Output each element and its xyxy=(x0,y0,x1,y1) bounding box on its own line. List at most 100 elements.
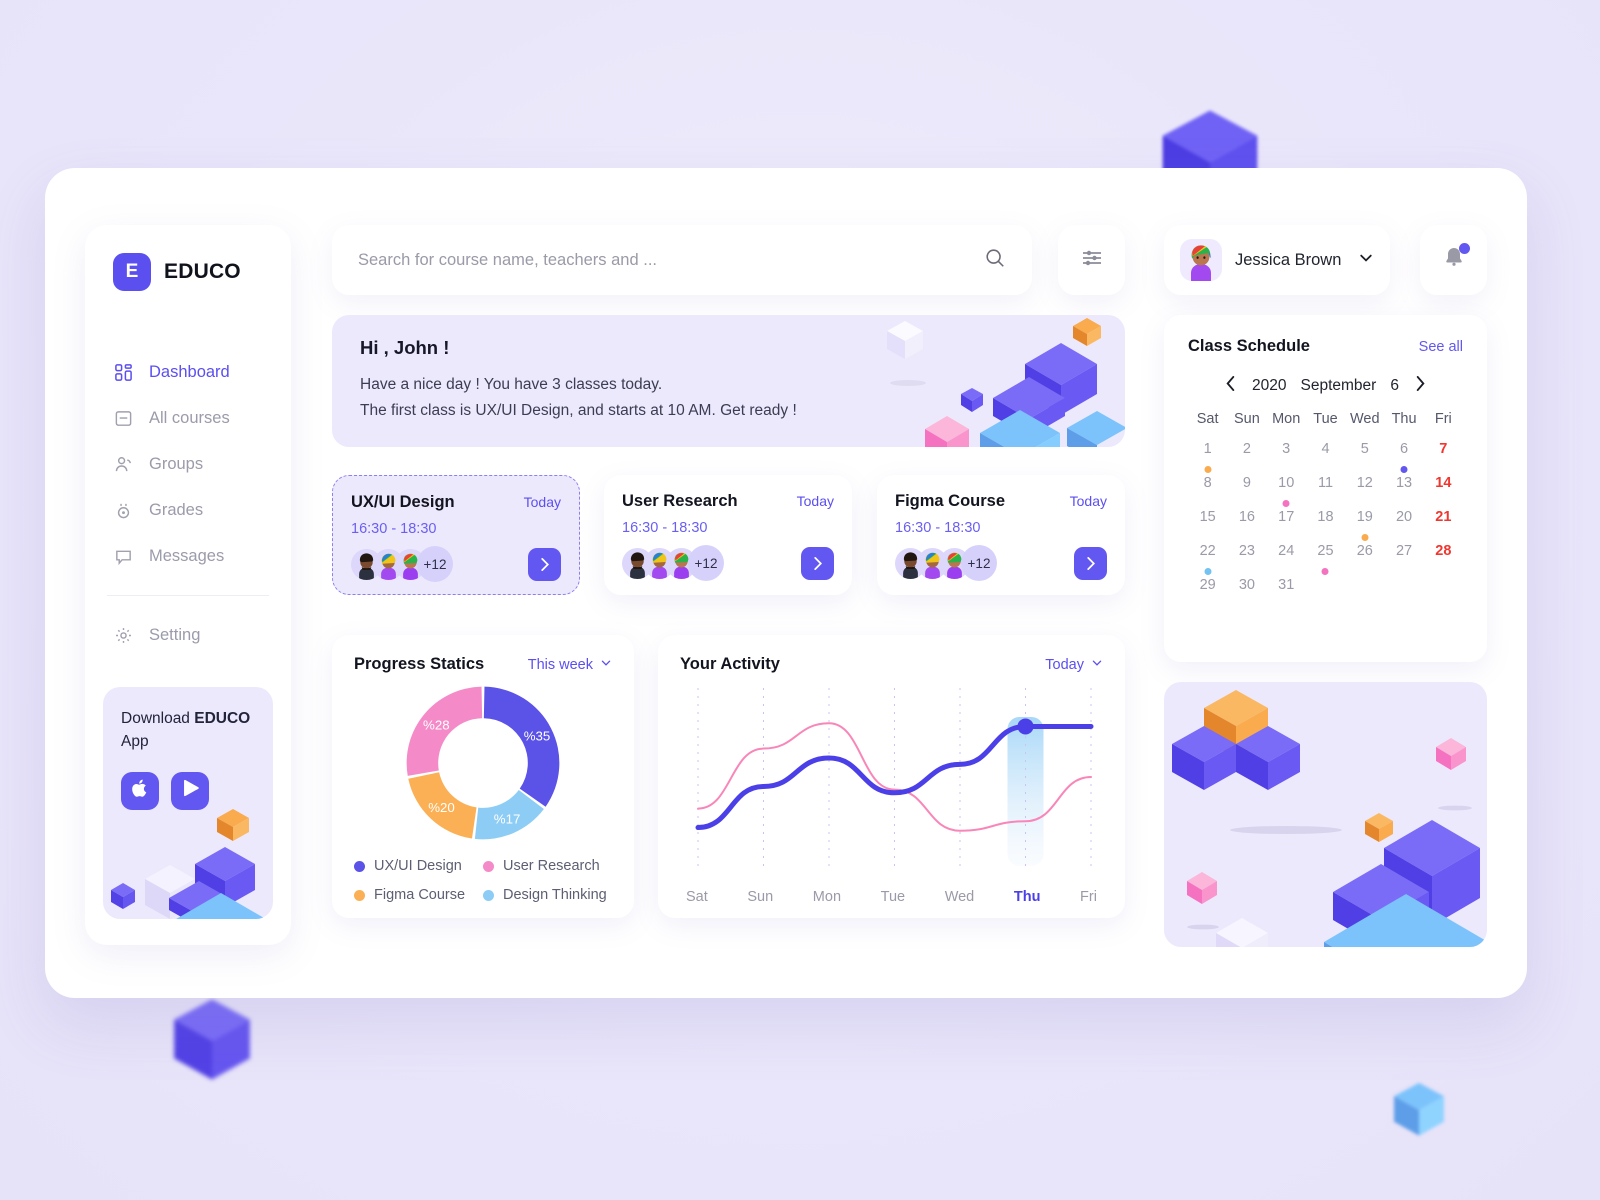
sidebar-item-label: All courses xyxy=(149,408,230,427)
calendar-day-cell[interactable]: 24 xyxy=(1267,543,1306,577)
sidebar-item-label: Setting xyxy=(149,625,201,644)
sidebar-item-groups[interactable]: Groups xyxy=(85,441,291,487)
sidebar-item-all-courses[interactable]: All courses xyxy=(85,395,291,441)
calendar-day-cell[interactable]: 30 xyxy=(1227,577,1266,611)
donut-chart: %35 %17 %20 %28 xyxy=(406,686,560,840)
activity-x-label: Fri xyxy=(1080,889,1097,905)
calendar-day-cell[interactable]: 31 xyxy=(1267,577,1306,611)
calendar-day-cell[interactable]: 27 xyxy=(1384,543,1423,577)
calendar-day-cell[interactable]: 20 xyxy=(1384,509,1423,543)
filter-button[interactable] xyxy=(1058,225,1125,295)
chevron-left-icon[interactable] xyxy=(1223,376,1238,395)
calendar-day-cell[interactable]: 7 xyxy=(1424,441,1463,475)
see-all-link[interactable]: See all xyxy=(1419,339,1463,355)
notification-badge xyxy=(1458,242,1470,254)
course-title: Figma Course xyxy=(895,492,1006,510)
course-open-button[interactable] xyxy=(528,547,561,581)
calendar-weekday: Thu xyxy=(1391,411,1417,427)
calendar-day-cell[interactable]: 5 xyxy=(1345,441,1384,475)
progress-filter-dropdown[interactable]: This week xyxy=(528,657,612,673)
sidebar-item-dashboard[interactable]: Dashboard xyxy=(85,349,291,395)
book-icon xyxy=(113,408,133,428)
calendar-grid: Sat Sun Mon Tue Wed Thu Fri 1 2 3 4 5 6 7 8 9 10 11 12 13 14… xyxy=(1188,411,1463,611)
calendar-day-number: 12 xyxy=(1356,475,1373,491)
chevron-down-icon[interactable] xyxy=(1358,250,1374,271)
search-input[interactable] xyxy=(358,250,984,270)
course-participants: +12 xyxy=(351,546,453,582)
calendar-day-number: 22 xyxy=(1199,543,1216,559)
profile-menu[interactable]: Jessica Brown xyxy=(1164,225,1390,295)
course-card[interactable]: UX/UI Design Today 16:30 - 18:30 +12 xyxy=(332,475,580,595)
sidebar-item-grades[interactable]: Grades xyxy=(85,487,291,533)
calendar-day-number: 23 xyxy=(1238,543,1255,559)
brand-logo[interactable]: E EDUCO xyxy=(85,253,291,291)
calendar-day-cell[interactable]: 22 xyxy=(1188,543,1227,577)
activity-x-label: Thu xyxy=(1013,889,1041,905)
calendar-day-cell[interactable]: 1 xyxy=(1188,441,1227,475)
calendar-event-dot xyxy=(1321,568,1329,575)
calendar-day-number: 19 xyxy=(1356,509,1373,525)
legend-item: User Research xyxy=(483,858,612,874)
calendar-day-cell[interactable]: 19 xyxy=(1345,509,1384,543)
course-card-header: Figma Course Today xyxy=(895,492,1107,511)
donut-slice xyxy=(483,686,560,807)
course-open-button[interactable] xyxy=(1074,546,1107,580)
chat-icon xyxy=(113,546,133,566)
sidebar-item-setting[interactable]: Setting xyxy=(85,612,291,658)
calendar-day-cell[interactable]: 4 xyxy=(1306,441,1345,475)
calendar-day-number: 25 xyxy=(1317,543,1334,559)
calendar-weekday: Sun xyxy=(1234,411,1260,427)
activity-x-label: Mon xyxy=(812,889,842,905)
calendar-day-cell[interactable]: 25 xyxy=(1306,543,1345,577)
calendar-day-cell[interactable]: 26 xyxy=(1345,543,1384,577)
course-card[interactable]: User Research Today 16:30 - 18:30 +12 xyxy=(604,475,852,595)
calendar-day-cell[interactable]: 13 xyxy=(1384,475,1423,509)
download-card-illustration xyxy=(111,809,266,919)
activity-marker xyxy=(1017,718,1034,735)
calendar-day-cell[interactable]: 9 xyxy=(1227,475,1266,509)
activity-x-label: Sun xyxy=(747,889,774,905)
course-card[interactable]: Figma Course Today 16:30 - 18:30 +12 xyxy=(877,475,1125,595)
legend-swatch xyxy=(483,860,494,872)
course-title: User Research xyxy=(622,492,738,510)
sidebar-item-label: Grades xyxy=(149,500,204,519)
calendar-day-cell[interactable]: 15 xyxy=(1188,509,1227,543)
calendar-day-cell[interactable]: 21 xyxy=(1424,509,1463,543)
calendar-day-cell[interactable]: 6 xyxy=(1384,441,1423,475)
participant-count: +12 xyxy=(417,546,453,582)
calendar-day-cell[interactable]: 23 xyxy=(1227,543,1266,577)
calendar-day-cell[interactable]: 8 xyxy=(1188,475,1227,509)
course-open-button[interactable] xyxy=(801,546,834,580)
chevron-right-icon[interactable] xyxy=(1413,376,1428,395)
calendar-day-number: 30 xyxy=(1238,577,1255,593)
course-when: Today xyxy=(796,493,834,509)
medal-icon xyxy=(113,500,133,520)
notifications-button[interactable] xyxy=(1420,225,1487,295)
calendar-day-cell[interactable]: 3 xyxy=(1267,441,1306,475)
calendar-day-cell[interactable]: 29 xyxy=(1188,577,1227,611)
calendar-day-cell[interactable]: 28 xyxy=(1424,543,1463,577)
greeting-banner: Hi , John ! Have a nice day ! You have 3… xyxy=(332,315,1125,447)
calendar-day-cell[interactable]: 14 xyxy=(1424,475,1463,509)
calendar-day-number: 20 xyxy=(1395,509,1413,525)
participant-count: +12 xyxy=(961,545,997,581)
calendar-day-cell[interactable]: 11 xyxy=(1306,475,1345,509)
bg-cube-bottom-left xyxy=(168,995,256,1088)
sidebar-item-messages[interactable]: Messages xyxy=(85,533,291,579)
calendar-day-cell[interactable]: 12 xyxy=(1345,475,1384,509)
calendar-day-cell[interactable]: 16 xyxy=(1227,509,1266,543)
calendar-day-cell[interactable]: 10 xyxy=(1267,475,1306,509)
activity-filter-dropdown[interactable]: Today xyxy=(1045,657,1103,673)
sidebar: E EDUCO Dashboard All courses Groups Gra… xyxy=(85,225,291,945)
calendar-day-cell[interactable]: 18 xyxy=(1306,509,1345,543)
activity-title: Your Activity xyxy=(680,655,780,673)
search-icon[interactable] xyxy=(984,247,1006,274)
calendar-day-number: 17 xyxy=(1278,509,1295,525)
class-schedule-card: Class Schedule See all 2020 September 6 … xyxy=(1164,315,1487,662)
calendar-day-cell[interactable]: 2 xyxy=(1227,441,1266,475)
search-bar[interactable] xyxy=(332,225,1032,295)
calendar-event-dot xyxy=(1400,466,1408,473)
course-time: 16:30 - 18:30 xyxy=(351,521,437,537)
calendar-day-number: 28 xyxy=(1435,543,1452,559)
calendar-day-cell[interactable]: 17 xyxy=(1267,509,1306,543)
